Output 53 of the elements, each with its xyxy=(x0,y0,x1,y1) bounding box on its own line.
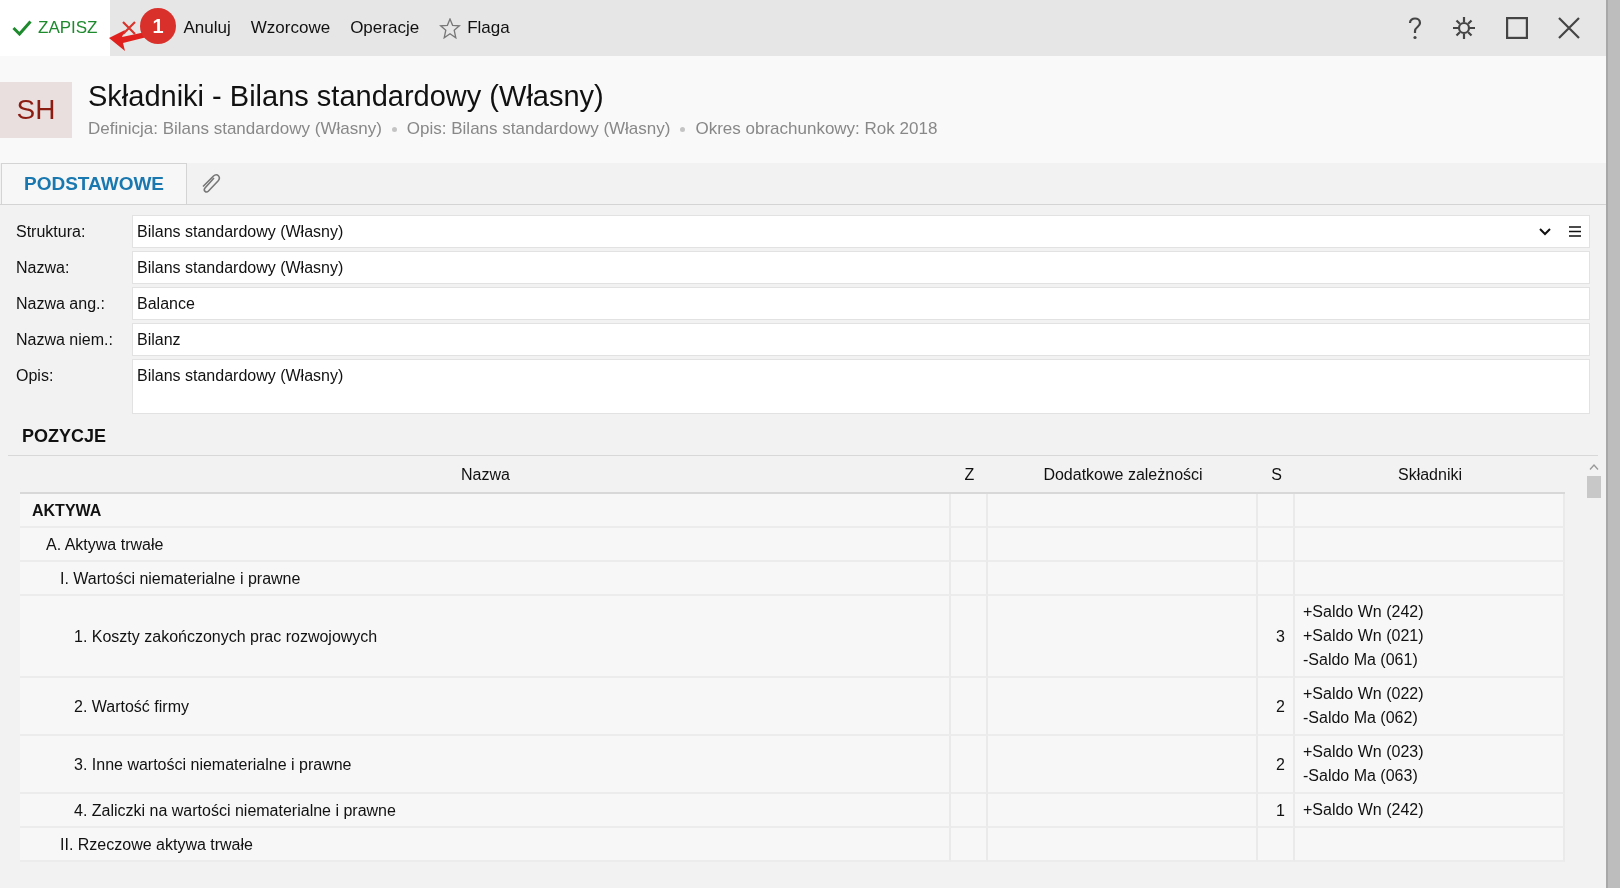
toolbar-button[interactable]: Wzorcowe xyxy=(240,0,341,56)
field-label: Nazwa ang.: xyxy=(16,294,106,313)
step-badge: 1 xyxy=(140,8,176,44)
table-cell: +Saldo Wn (242) +Saldo Wn (021) -Saldo Ma (061) xyxy=(1295,596,1565,678)
meta-text: Opis: Bilans standardowy (Własny) xyxy=(406,119,671,139)
page-title: Składniki - Bilans standardowy (Własny) xyxy=(88,80,605,113)
table-cell: +Saldo Wn (022) -Saldo Ma (062) xyxy=(1295,678,1565,736)
scroll-up-icon xyxy=(1589,464,1599,470)
table-cell: 2 xyxy=(1258,736,1295,794)
dropdown-field[interactable]: Bilans standardowy (Własny) xyxy=(132,215,1590,248)
table-cell xyxy=(951,494,988,528)
table-cell: I. Wartości niematerialne i prawne xyxy=(20,562,951,596)
menu-icon xyxy=(1569,226,1581,237)
field-label: Struktura: xyxy=(16,222,87,241)
chevron-down-icon xyxy=(1539,227,1551,236)
input-field[interactable]: Balance xyxy=(132,287,1590,320)
table-cell: 2. Wartość firmy xyxy=(20,678,951,736)
text-area[interactable]: Bilans standardowy (Własny) xyxy=(132,359,1590,414)
input-field[interactable]: Bilans standardowy (Własny) xyxy=(132,251,1590,284)
star-icon xyxy=(439,17,462,39)
maximize-icon[interactable] xyxy=(1506,17,1528,39)
tab[interactable]: PODSTAWOWE xyxy=(1,163,188,204)
check-icon xyxy=(12,20,32,36)
scroll-thumb[interactable] xyxy=(1587,476,1601,498)
table-cell: +Saldo Wn (242) xyxy=(1295,794,1565,828)
table-cell xyxy=(1258,494,1295,528)
help-icon[interactable] xyxy=(1408,16,1422,40)
avatar-badge: SH xyxy=(0,81,72,138)
save-button[interactable]: ZAPISZ xyxy=(0,0,110,56)
separator-dot-icon xyxy=(680,126,686,132)
field-label: Nazwa niem.: xyxy=(16,330,114,349)
meta-text: Definicja: Bilans standardowy (Własny) xyxy=(88,119,382,139)
section-title: POZYCJE xyxy=(8,414,1598,456)
close-icon[interactable] xyxy=(1558,17,1580,39)
table-cell: +Saldo Wn (023) -Saldo Ma (063) xyxy=(1295,736,1565,794)
table-cell: A. Aktywa trwałe xyxy=(20,528,951,562)
input-field[interactable]: Bilanz xyxy=(132,323,1590,356)
table-cell: 1 xyxy=(1258,794,1295,828)
field-label: Nazwa: xyxy=(16,258,71,277)
toolbar-button[interactable]: Operacje xyxy=(340,0,430,56)
table-cell: 2 xyxy=(1258,678,1295,736)
table-cell: AKTYWA xyxy=(20,494,951,528)
field-label: Opis: xyxy=(16,366,55,385)
separator-dot-icon xyxy=(391,126,397,132)
table-cell: 3 xyxy=(1258,596,1295,678)
table-cell: II. Rzeczowe aktywa trwałe xyxy=(20,828,951,862)
table-cell: 1. Koszty zakończonych prac rozwojowych xyxy=(20,596,951,678)
table-cell: 3. Inne wartości niematerialne i prawne xyxy=(20,736,951,794)
settings-icon[interactable] xyxy=(1452,16,1476,40)
meta-text: Okres obrachunkowy: Rok 2018 xyxy=(695,119,938,139)
close-icon xyxy=(121,21,136,35)
toolbar-button[interactable]: Flaga xyxy=(429,0,520,56)
table-cell: 4. Zaliczki na wartości niematerialne i prawne xyxy=(20,794,951,828)
